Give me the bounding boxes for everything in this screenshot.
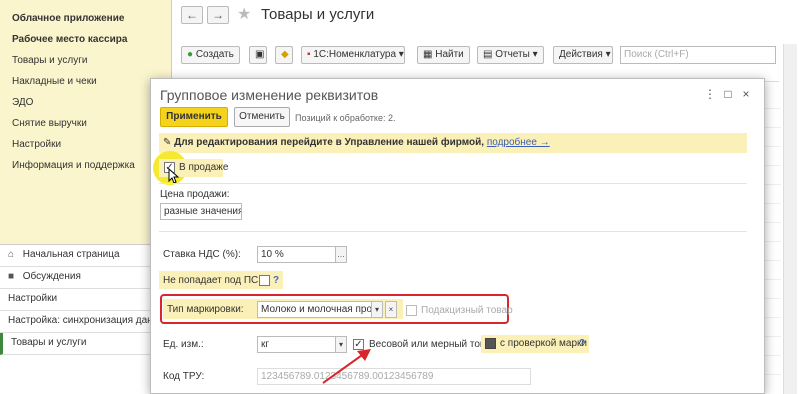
- excise-checkbox[interactable]: [406, 305, 417, 316]
- mark-check-checkbox[interactable]: [485, 338, 496, 349]
- group-edit-dialog: Групповое изменение реквизитов ⋮ □ × При…: [150, 78, 765, 394]
- price-label: Цена продажи:: [160, 189, 230, 200]
- actions-button[interactable]: Действия ▾: [553, 46, 613, 64]
- warning-text: Для редактирования перейдите в Управлени…: [174, 137, 485, 148]
- mark-check-help-icon[interactable]: ?: [579, 338, 585, 349]
- apply-button[interactable]: Применить: [160, 107, 228, 127]
- forward-button[interactable]: →: [207, 6, 229, 24]
- open-window-products[interactable]: Товары и услуги: [0, 333, 172, 355]
- page-title: Товары и услуги: [261, 6, 375, 23]
- copy-icon: ▣: [255, 49, 265, 60]
- open-window-home[interactable]: ⌂ Начальная страница: [0, 245, 172, 267]
- marking-clear-button[interactable]: ×: [385, 301, 397, 318]
- tru-input[interactable]: 123456789.0123456789.00123456789: [257, 368, 531, 385]
- find-button[interactable]: ▦ Найти: [417, 46, 470, 64]
- open-windows-list: ⌂ Начальная страница ■ Обсуждения Настро…: [0, 244, 172, 394]
- vat-input[interactable]: 10 %: [257, 246, 337, 263]
- psn-label: Не попадает под ПСН:: [163, 275, 269, 286]
- vat-label: Ставка НДС (%):: [163, 249, 241, 260]
- find-button-label: Найти: [435, 49, 464, 60]
- maximize-icon[interactable]: □: [721, 87, 735, 101]
- reports-button-label: Отчеты: [495, 49, 530, 60]
- actions-button-label: Действия: [559, 49, 603, 60]
- more-icon[interactable]: ⋮: [703, 87, 717, 101]
- favorite-star-icon[interactable]: ★: [237, 4, 251, 24]
- create-button-label: Создать: [195, 49, 234, 60]
- find-icon: ▦: [423, 49, 433, 60]
- positions-note: Позиций к обработке: 2.: [295, 113, 396, 123]
- section-settings[interactable]: Настройки: [0, 134, 172, 155]
- search-input[interactable]: Поиск (Ctrl+F): [620, 46, 776, 64]
- section-edo[interactable]: ЭДО: [0, 92, 172, 113]
- open-window-discussions[interactable]: ■ Обсуждения: [0, 267, 172, 289]
- warning-message: ✎ Для редактирования перейдите в Управле…: [163, 137, 550, 148]
- vat-select-button[interactable]: …: [335, 246, 347, 263]
- cancel-button[interactable]: Отменить: [234, 107, 290, 127]
- chat-icon: ■: [8, 271, 15, 282]
- nomenclature-icon: ▪: [307, 49, 311, 60]
- sections-list: Облачное приложение Рабочее место кассир…: [0, 0, 172, 244]
- psn-checkbox[interactable]: [259, 275, 270, 286]
- copy-button[interactable]: ▣: [249, 46, 267, 64]
- marking-label: Тип маркировки:: [167, 304, 244, 315]
- nomenclature-button[interactable]: ▪ 1С:Номенклатура ▾: [301, 46, 405, 64]
- section-revenue[interactable]: Снятие выручки: [0, 113, 172, 134]
- psn-help-icon[interactable]: ?: [273, 275, 279, 286]
- on-sale-label: В продаже: [179, 162, 229, 173]
- refresh-icon: ◆: [281, 49, 289, 60]
- refresh-button[interactable]: ◆: [275, 46, 293, 64]
- marking-dropdown-button[interactable]: ▾: [371, 301, 383, 318]
- open-window-settings[interactable]: Настройки: [0, 289, 172, 311]
- mark-check-label: с проверкой марки: [500, 338, 588, 349]
- section-cloud-app[interactable]: Облачное приложение: [0, 8, 172, 29]
- back-button[interactable]: ←: [181, 6, 203, 24]
- scrollbar[interactable]: [783, 44, 797, 394]
- table-rows: [763, 90, 781, 390]
- section-cashier-workplace[interactable]: Рабочее место кассира: [0, 29, 172, 50]
- weight-label: Весовой или мерный товар: [369, 339, 497, 350]
- open-window-discussions-label: Обсуждения: [22, 271, 81, 282]
- reports-button[interactable]: ▤ Отчеты ▾: [477, 46, 544, 64]
- create-button[interactable]: ● Создать: [181, 46, 240, 64]
- reports-icon: ▤: [483, 49, 493, 60]
- home-icon: ⌂: [8, 249, 15, 260]
- pencil-icon: ✎: [163, 137, 172, 148]
- section-products[interactable]: Товары и услуги: [0, 50, 172, 71]
- open-window-home-label: Начальная страница: [22, 249, 120, 260]
- close-icon[interactable]: ×: [739, 87, 753, 101]
- nomenclature-button-label: 1С:Номенклатура: [313, 49, 396, 60]
- sections-panel: Облачное приложение Рабочее место кассир…: [0, 0, 172, 394]
- marking-input[interactable]: Молоко и молочная продук: [257, 301, 373, 318]
- cursor-pointer-icon: [168, 168, 180, 184]
- excise-label: Подакцизный товар: [421, 305, 513, 316]
- red-arrow-icon: [322, 349, 371, 384]
- tru-label: Код ТРУ:: [163, 371, 205, 382]
- warning-link[interactable]: подробнее →: [487, 137, 550, 148]
- divider: [159, 231, 747, 232]
- dialog-title: Групповое изменение реквизитов: [160, 87, 379, 103]
- divider: [159, 183, 747, 184]
- open-window-sync[interactable]: Настройка: синхронизация данных: [0, 311, 172, 333]
- plus-icon: ●: [187, 49, 194, 60]
- unit-label: Ед. изм.:: [163, 339, 204, 350]
- price-input[interactable]: разные значения: [160, 203, 242, 220]
- section-info-support[interactable]: Информация и поддержка: [0, 155, 172, 176]
- section-invoices[interactable]: Накладные и чеки: [0, 71, 172, 92]
